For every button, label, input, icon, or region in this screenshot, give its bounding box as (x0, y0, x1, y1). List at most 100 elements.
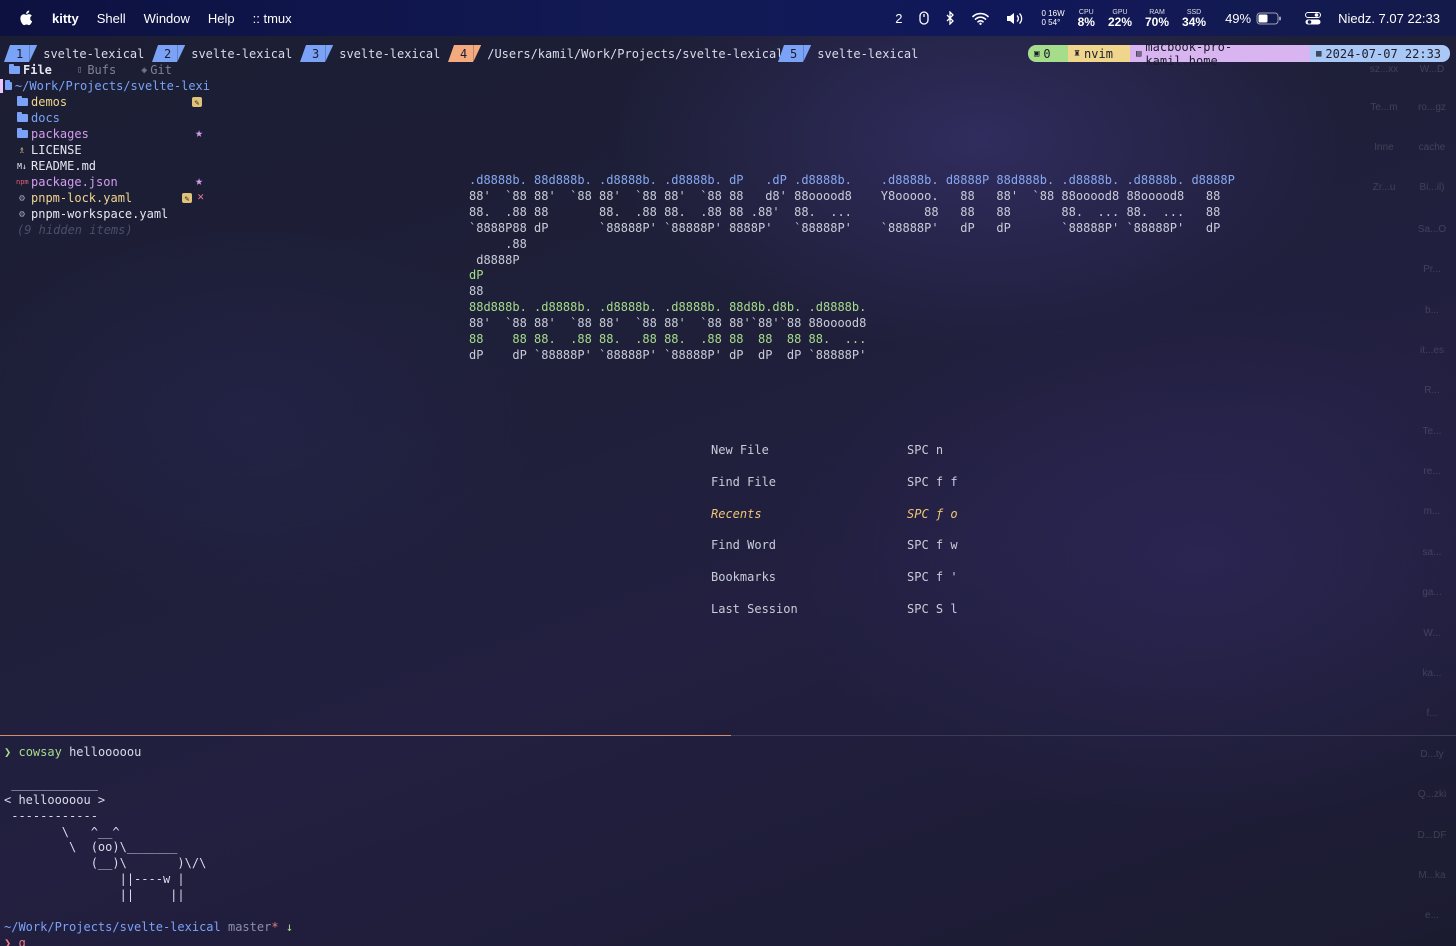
mouse-icon[interactable] (919, 11, 930, 25)
battery-widget[interactable]: 49% (1225, 11, 1282, 26)
tab-git[interactable]: ◈ Git (141, 63, 172, 77)
ssd-value: 34% (1182, 14, 1207, 29)
desktop-icon-label[interactable]: cache (1408, 142, 1456, 153)
desktop-icon-label[interactable]: Te... (1408, 426, 1456, 437)
gear-icon: ⚙ (18, 192, 26, 204)
desktop-icon-label[interactable]: m... (1408, 506, 1456, 517)
desktop-icon-label[interactable]: R... (1408, 385, 1456, 396)
terminal-icon: ▣ (1034, 48, 1040, 59)
tmux-status-bar: 1 svelte-lexical 2 svelte-lexical 3 svel… (0, 40, 1456, 68)
dashboard-find-word[interactable]: Find Word SPC f w (711, 538, 958, 570)
logo-line: .d8888b. 88d888b. .d8888b. .d8888b. dP .… (469, 173, 1235, 187)
temp-widget[interactable]: 0 16W 0 54° (1041, 9, 1064, 27)
workspace-indicator[interactable]: 2 (895, 11, 902, 26)
terminal-pane[interactable]: ❯ cowsay hellooooou ____________ < helloo… (4, 745, 293, 946)
desktop-icon-label[interactable]: D...DF (1408, 830, 1456, 841)
dashboard-find-file[interactable]: Find File SPC f f (711, 475, 958, 507)
tmux-window-4-active[interactable]: 4 /Users/kamil/Work/Projects/svelte-lexi… (448, 45, 789, 62)
tree-item-packages[interactable]: packages ★ (0, 126, 210, 142)
desktop-icon-label[interactable]: it...es (1408, 345, 1456, 356)
dashboard-bookmarks[interactable]: Bookmarks SPC f ' (711, 570, 958, 602)
desktop-icon-label[interactable]: sa... (1408, 547, 1456, 558)
desktop-icon-label[interactable]: Q...zki (1408, 789, 1456, 800)
tmux-window-2[interactable]: 2 svelte-lexical (152, 45, 298, 62)
gpu-stat[interactable]: GPU 22% (1108, 9, 1132, 28)
active-pane-indicator (0, 735, 731, 736)
calendar-icon: ▦ (1316, 48, 1322, 59)
prompt-icon: ❯ (4, 935, 12, 946)
desktop-icon-label[interactable]: ga... (1408, 587, 1456, 598)
pane-separator[interactable] (0, 735, 1456, 736)
volume-icon[interactable] (1006, 12, 1025, 25)
tree-item-docs[interactable]: docs (0, 110, 210, 126)
tab-edge (4, 45, 10, 62)
temp-deg: 54° (1048, 18, 1061, 27)
menu-shell[interactable]: Shell (97, 11, 126, 26)
host-name: macbook-pro-kamil.home (1145, 39, 1233, 68)
control-center-icon[interactable] (1305, 11, 1322, 25)
tree-item-pnpm-lock[interactable]: ⚙ pnpm-lock.yaml ✎ ✕ (0, 190, 210, 206)
desktop-icon-label[interactable]: Te...m (1360, 102, 1408, 113)
explorer-tabs: File ▯ Bufs ◈ Git (0, 62, 210, 78)
input-line[interactable]: ❯ q (4, 936, 293, 946)
bluetooth-icon[interactable] (946, 11, 955, 25)
desktop-icon-label[interactable]: W... (1408, 628, 1456, 639)
desktop-icon-label[interactable]: D...ty (1408, 749, 1456, 760)
tmux-window-5[interactable]: 5 svelte-lexical (778, 45, 924, 62)
apple-logo-icon[interactable] (19, 10, 33, 26)
desktop-icon-label[interactable]: ro...gz (1408, 102, 1456, 113)
tree-item-readme[interactable]: M↓ README.md (0, 158, 210, 174)
menu-window[interactable]: Window (144, 11, 190, 26)
desktop-icon-label[interactable]: re... (1408, 466, 1456, 477)
temp-watts: 16W (1048, 9, 1065, 18)
tree-item-package-json[interactable]: npm package.json ★ (0, 174, 210, 190)
desktop-icon-label[interactable]: Pr... (1408, 264, 1456, 275)
item-label: pnpm-lock.yaml (31, 191, 133, 205)
desktop-icon-label[interactable]: sz...xx (1360, 64, 1408, 75)
menu-help[interactable]: Help (208, 11, 235, 26)
gpu-label: GPU (1112, 8, 1128, 16)
desktop-icon-label[interactable]: Inne (1360, 142, 1408, 153)
tree-item-license[interactable]: ♗ LICENSE (0, 142, 210, 158)
desktop-icon-label[interactable]: f... (1408, 708, 1456, 719)
cursor (0, 79, 3, 93)
desktop-icon-label[interactable]: W...D (1408, 64, 1456, 75)
session-index: 0 (1043, 46, 1051, 61)
menu-app-kitty[interactable]: kitty (52, 11, 79, 26)
prompt-path: ~/Work/Projects/svelte-lexical (4, 919, 221, 934)
dashboard-last-session[interactable]: Last Session SPC S l (711, 602, 958, 634)
ram-stat[interactable]: RAM 70% (1145, 9, 1169, 28)
desktop-icon-label[interactable]: b... (1408, 305, 1456, 316)
item-label: pnpm-workspace.yaml (31, 207, 169, 221)
tmux-window-3[interactable]: 3 svelte-lexical (300, 45, 446, 62)
server-icon: ▤ (1136, 48, 1142, 59)
clock[interactable]: Niedz. 7.07 22:33 (1338, 11, 1440, 26)
tree-item-pnpm-workspace[interactable]: ⚙ pnpm-workspace.yaml (0, 206, 210, 222)
command-name: cowsay (18, 745, 62, 759)
tree-item-demos[interactable]: demos ✎ (0, 94, 210, 110)
desktop-icon-label[interactable]: e... (1408, 910, 1456, 921)
folder-open-icon (4, 80, 12, 90)
tree-root[interactable]: ~/Work/Projects/svelte-lexi (0, 78, 210, 94)
dashboard-recents[interactable]: Recents SPC ƒ o (711, 507, 958, 539)
cpu-stat[interactable]: CPU 8% (1078, 9, 1095, 28)
menu-tmux[interactable]: :: tmux (253, 11, 292, 26)
desktop-icon-label[interactable]: Zr...u (1360, 182, 1408, 193)
tmux-window-1[interactable]: 1 svelte-lexical (4, 45, 150, 62)
desktop-icon-label[interactable]: M...ka (1408, 870, 1456, 881)
wifi-icon[interactable] (972, 12, 990, 25)
figure-icon: ♜ (1074, 48, 1081, 59)
tab-bufs[interactable]: ▯ Bufs (77, 63, 116, 77)
modified-icon: ✎ (192, 97, 202, 107)
logo-line: 88' `88 88' `88 88' `88 88' `88 88'`88'`… (469, 316, 867, 331)
dashboard-new-file[interactable]: New File SPC n (711, 443, 958, 475)
desktop-icon-label[interactable]: ka... (1408, 668, 1456, 679)
folder-icon (9, 64, 20, 74)
tab-file[interactable]: File (9, 63, 52, 77)
item-label: packages (31, 127, 89, 141)
ssd-stat[interactable]: SSD 34% (1182, 9, 1206, 28)
prompt-line: ~/Work/Projects/svelte-lexical master* ↓ (4, 920, 293, 936)
desktop-icon-label[interactable]: Bi...il) (1408, 182, 1456, 193)
file-explorer: File ▯ Bufs ◈ Git ~/Work/Projects/svelte-l… (0, 62, 210, 238)
desktop-icon-label[interactable]: Sa...O (1408, 224, 1456, 235)
